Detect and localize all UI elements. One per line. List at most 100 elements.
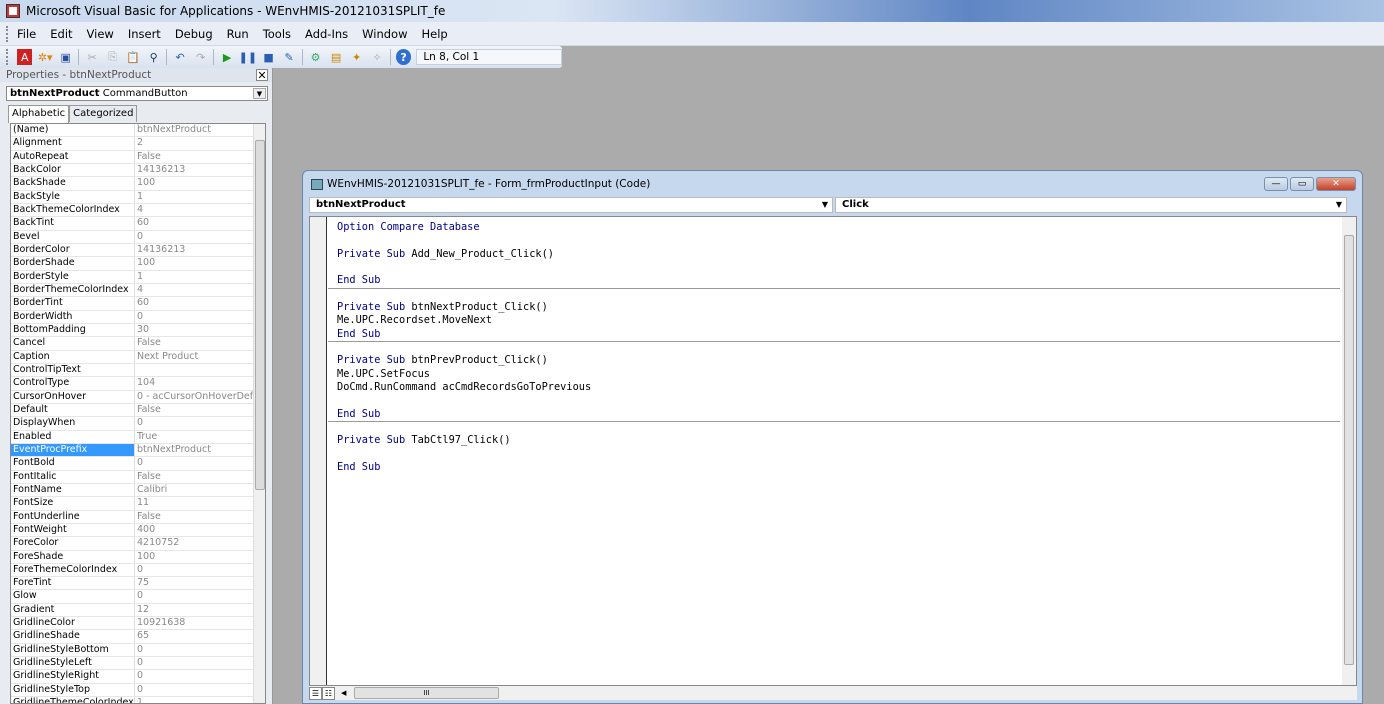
property-row[interactable]: BottomPadding 30: [11, 323, 265, 338]
property-value[interactable]: 100: [135, 551, 255, 563]
menu-view[interactable]: View: [87, 27, 114, 41]
menu-run[interactable]: Run: [227, 27, 249, 41]
property-row[interactable]: BackThemeColorIndex 4: [11, 203, 265, 218]
properties-scrollbar[interactable]: [253, 124, 265, 703]
project-explorer-icon[interactable]: ⚙: [308, 49, 324, 65]
property-row[interactable]: ForeColor 4210752: [11, 537, 265, 551]
property-row[interactable]: AutoRepeat False: [11, 150, 265, 164]
property-row[interactable]: BorderColor 14136213: [11, 243, 265, 258]
property-value[interactable]: 0: [135, 670, 255, 682]
margin-indicator-bar[interactable]: [310, 217, 327, 685]
object-dropdown[interactable]: btnNextProduct ▼: [309, 197, 833, 213]
code-horizontal-scrollbar[interactable]: ☰ ☷ ◀ III: [309, 686, 1357, 700]
property-row[interactable]: Glow 0: [11, 590, 265, 604]
object-browser-icon[interactable]: ✦: [349, 49, 365, 65]
code-line[interactable]: End Sub: [328, 461, 1340, 474]
procedure-dropdown[interactable]: Click ▼: [835, 197, 1347, 213]
run-icon[interactable]: ▶: [219, 49, 235, 65]
property-value[interactable]: 10921638: [135, 617, 255, 629]
property-row[interactable]: GridlineShade 65: [11, 630, 265, 644]
minimize-button[interactable]: —: [1264, 177, 1288, 191]
property-row[interactable]: BorderThemeColorIndex 4: [11, 283, 265, 298]
property-row[interactable]: (Name) btnNextProduct: [11, 124, 265, 138]
property-row[interactable]: BorderStyle 1: [11, 270, 265, 284]
property-value[interactable]: 12: [135, 604, 255, 616]
menu-window[interactable]: Window: [362, 27, 407, 41]
code-line[interactable]: [328, 394, 1340, 407]
property-row[interactable]: Cancel False: [11, 337, 265, 351]
break-icon[interactable]: ❚❚: [239, 49, 257, 65]
menu-debug[interactable]: Debug: [175, 27, 213, 41]
property-value[interactable]: btnNextProduct: [135, 124, 255, 136]
property-value[interactable]: 0: [135, 684, 255, 696]
property-row[interactable]: ForeShade 100: [11, 550, 265, 564]
property-row[interactable]: GridlineColor 10921638: [11, 617, 265, 631]
property-row[interactable]: BackTint 60: [11, 217, 265, 231]
property-value[interactable]: 0: [135, 590, 255, 602]
code-line[interactable]: Me.UPC.Recordset.MoveNext: [328, 314, 1340, 327]
property-value[interactable]: 100: [135, 257, 255, 269]
property-row[interactable]: Caption Next Product: [11, 350, 265, 364]
scrollbar-thumb[interactable]: [255, 140, 265, 490]
property-row[interactable]: ForeTint 75: [11, 577, 265, 591]
property-row[interactable]: Default False: [11, 403, 265, 418]
property-value[interactable]: 11: [135, 497, 255, 509]
property-row[interactable]: EventProcPrefix btnNextProduct: [11, 443, 265, 458]
property-row[interactable]: BackShade 100: [11, 177, 265, 191]
property-row[interactable]: DisplayWhen 0: [11, 417, 265, 431]
cut-icon[interactable]: ✂: [84, 49, 100, 65]
property-row[interactable]: Alignment 2: [11, 137, 265, 151]
help-icon[interactable]: ?: [395, 49, 412, 65]
undo-icon[interactable]: ↶: [172, 49, 188, 65]
tab-categorized[interactable]: Categorized: [69, 105, 138, 122]
property-value[interactable]: btnNextProduct: [135, 444, 255, 456]
code-vertical-scrollbar[interactable]: [1342, 217, 1356, 685]
toolbox-icon[interactable]: ✧: [369, 49, 385, 65]
property-row[interactable]: FontWeight 400: [11, 523, 265, 538]
design-mode-icon[interactable]: ✎: [281, 49, 297, 65]
code-line[interactable]: Private Sub TabCtl97_Click(): [328, 434, 1340, 447]
property-row[interactable]: BorderWidth 0: [11, 310, 265, 324]
property-value[interactable]: 1: [135, 697, 255, 703]
property-row[interactable]: ControlTipText: [11, 363, 265, 378]
property-value[interactable]: 0: [135, 564, 255, 576]
property-value[interactable]: [135, 364, 255, 376]
property-value[interactable]: 100: [135, 177, 255, 189]
restore-button[interactable]: ▭: [1290, 177, 1314, 191]
property-value[interactable]: 2: [135, 137, 255, 149]
close-button[interactable]: ✕: [1316, 177, 1356, 191]
reset-icon[interactable]: ■: [261, 49, 277, 65]
code-line[interactable]: Me.UPC.SetFocus: [328, 368, 1340, 381]
code-line[interactable]: End Sub: [328, 328, 1340, 341]
property-row[interactable]: FontItalic False: [11, 470, 265, 484]
chevron-down-icon[interactable]: ▼: [253, 88, 266, 99]
property-value[interactable]: 0: [135, 231, 255, 243]
code-line[interactable]: [328, 287, 1340, 301]
property-value[interactable]: 14136213: [135, 244, 255, 256]
property-value[interactable]: 0: [135, 417, 255, 429]
menu-file[interactable]: File: [17, 27, 36, 41]
paste-icon[interactable]: 📋: [125, 49, 141, 65]
code-editor[interactable]: Option Compare Database Private Sub Add_N…: [309, 216, 1357, 686]
code-line[interactable]: Private Sub Add_New_Product_Click(): [328, 248, 1340, 261]
property-value[interactable]: 0: [135, 657, 255, 669]
property-row[interactable]: FontName Calibri: [11, 483, 265, 498]
property-value[interactable]: 104: [135, 377, 255, 389]
property-row[interactable]: BorderTint 60: [11, 297, 265, 311]
code-line[interactable]: [328, 448, 1340, 461]
property-value[interactable]: 1: [135, 271, 255, 283]
menu-edit[interactable]: Edit: [50, 27, 72, 41]
property-value[interactable]: 4210752: [135, 537, 255, 549]
code-line[interactable]: DoCmd.RunCommand acCmdRecordsGoToPreviou…: [328, 381, 1340, 394]
property-value[interactable]: 30: [135, 324, 255, 336]
properties-window-icon[interactable]: ▤: [328, 49, 344, 65]
menu-insert[interactable]: Insert: [128, 27, 161, 41]
property-row[interactable]: GridlineStyleLeft 0: [11, 657, 265, 671]
view-access-icon[interactable]: A: [16, 49, 33, 65]
property-row[interactable]: Enabled True: [11, 430, 265, 444]
procedure-view-icon[interactable]: ☰: [309, 686, 322, 700]
menu-tools[interactable]: Tools: [263, 27, 291, 41]
property-row[interactable]: CursorOnHover0 - acCursorOnHoverDefault: [11, 390, 265, 404]
code-line[interactable]: End Sub: [328, 274, 1340, 287]
property-row[interactable]: GridlineStyleRight 0: [11, 670, 265, 684]
